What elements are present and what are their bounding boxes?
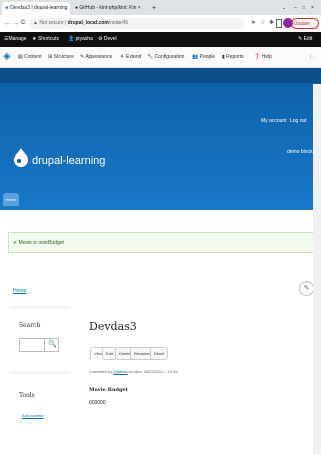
security-label: Not secure xyxy=(39,20,64,26)
scrollbar[interactable] xyxy=(313,84,321,454)
divider xyxy=(10,307,70,308)
reload-button[interactable]: C xyxy=(21,18,25,29)
contextual-edit-icon[interactable]: ✎ xyxy=(299,281,314,296)
update-label: Update xyxy=(293,21,310,27)
toolbar-shortcuts-label: Shortcuts xyxy=(37,36,59,42)
tray-item-content[interactable]: ▤ Content xyxy=(18,47,42,67)
toolbar-manage-label: Manage xyxy=(8,36,27,42)
maximize-button[interactable]: □ xyxy=(302,2,308,15)
tray-label: Extend xyxy=(125,54,142,60)
close-window-button[interactable]: × xyxy=(311,2,318,15)
pencil-icon: ✎ xyxy=(298,36,303,42)
tab-title: GitHub - kint-php/kint: Kin xyxy=(79,5,137,11)
toolbar-edit[interactable]: ✎ Edit xyxy=(298,32,312,47)
toolbar-shortcuts[interactable]: ★ Shortcuts xyxy=(32,32,59,47)
tray-item-structure[interactable]: ⊞ Structure xyxy=(48,47,74,67)
tab-search-icon[interactable]: ⌄ xyxy=(282,2,288,15)
toolbar-user[interactable]: 👤 piyasha xyxy=(68,32,93,47)
field-label: Movie Budget xyxy=(89,387,128,393)
site-header xyxy=(0,68,321,210)
search-icon[interactable]: 🔍 xyxy=(44,338,60,352)
tray-label: Structure xyxy=(53,54,74,60)
tray-label: Appearance xyxy=(85,54,113,60)
send-icon[interactable]: ➤ xyxy=(251,18,256,29)
search-block-title: Search xyxy=(19,322,41,329)
toolbar-edit-label: Edit xyxy=(303,36,313,42)
tray-item-reports[interactable]: ▮ Reports xyxy=(222,47,244,67)
tray-label: People xyxy=(199,54,216,60)
page-title: Devdas3 xyxy=(89,320,137,333)
browser-tab[interactable]: ● GitHub - kint-php/kint: Kin × xyxy=(72,2,150,15)
add-content-link[interactable]: Add content xyxy=(22,413,43,418)
tray-label: Content xyxy=(24,54,42,60)
tray-label: Configuration xyxy=(154,54,185,60)
drupal-logo-icon[interactable]: ◈ xyxy=(3,47,11,67)
breadcrumb-home[interactable]: Home xyxy=(13,288,26,294)
tray-item-people[interactable]: 👥 People xyxy=(192,47,215,67)
new-tab-button[interactable]: + xyxy=(152,2,160,15)
bookmark-star-icon[interactable]: ☆ xyxy=(260,18,265,29)
author-link[interactable]: piyasha xyxy=(113,369,127,374)
toolbar-devel[interactable]: ⚙ Devel xyxy=(98,32,117,47)
tray-label: Help xyxy=(261,54,272,60)
main-menu-home[interactable]: Home xyxy=(3,193,19,206)
warning-icon: ▲ xyxy=(33,20,38,26)
minimize-button[interactable]: – xyxy=(294,2,300,15)
forward-button[interactable]: → xyxy=(12,18,19,29)
sidepanel-icon[interactable] xyxy=(276,19,282,28)
tray-item-extend[interactable]: ⚘ Extend xyxy=(120,47,141,67)
tray-item-help[interactable]: ❓ Help xyxy=(254,47,272,67)
url-input[interactable]: ▲ Not secure | drupal_local.com/node/45 xyxy=(30,18,245,29)
submitted-line: Submitted by piyasha on Mon, 08/23/2021 … xyxy=(89,369,178,374)
submitted-prefix: Submitted by xyxy=(89,369,113,374)
tab-close-icon[interactable]: × xyxy=(138,5,141,11)
update-button[interactable]: Update ⋮ xyxy=(291,18,319,29)
collapse-tray-icon[interactable]: |→ xyxy=(310,47,316,67)
toolbar-user-label: piyasha xyxy=(75,36,93,42)
tab-title: Devdas3 | drupal-learning xyxy=(10,5,68,11)
back-button[interactable]: ← xyxy=(4,18,11,29)
status-message-text: Movie is overBudget xyxy=(18,240,64,246)
toolbar-manage[interactable]: ☰Manage xyxy=(4,32,27,47)
tray-item-configuration[interactable]: 🔧 Configuration xyxy=(147,47,184,67)
tray-label: Reports xyxy=(226,54,244,60)
extensions-icon[interactable]: ✱ xyxy=(269,18,274,29)
drupal-site-logo[interactable] xyxy=(14,148,28,168)
drupal-favicon-icon: ◈ xyxy=(5,5,9,11)
field-value: 600000 xyxy=(89,400,106,406)
site-name[interactable]: drupal-learning xyxy=(32,155,105,167)
status-message: ✔ Movie is overBudget xyxy=(8,232,321,253)
checkmark-icon: ✔ xyxy=(13,240,18,246)
submitted-date: on Mon, 08/23/2021 - 10:45 xyxy=(128,369,178,374)
star-icon: ★ xyxy=(32,36,37,42)
divider xyxy=(10,372,70,373)
secondary-menu-bar xyxy=(0,68,321,83)
gear-icon: ⚙ xyxy=(98,36,103,42)
tools-block-title: Tools xyxy=(19,392,35,399)
url-domain: drupal_local.com xyxy=(67,20,109,26)
url-path: /node/45 xyxy=(108,20,129,26)
my-account-link[interactable]: My account xyxy=(261,118,287,124)
tab-devel[interactable]: Devel xyxy=(150,347,169,360)
toolbar-devel-label: Devel xyxy=(103,36,117,42)
admin-tray: ◈ ▤ Content ⊞ Structure ✎ Appearance ⚘ E… xyxy=(0,47,321,68)
tray-item-appearance[interactable]: ✎ Appearance xyxy=(80,47,112,67)
browser-tab-active[interactable]: ◈ Devdas3 | drupal-learning × xyxy=(2,2,70,15)
log-out-link[interactable]: Log out xyxy=(290,118,307,124)
demo-block: demo block xyxy=(287,149,313,155)
person-icon: 👤 xyxy=(68,36,75,42)
github-favicon-icon: ● xyxy=(75,5,79,11)
